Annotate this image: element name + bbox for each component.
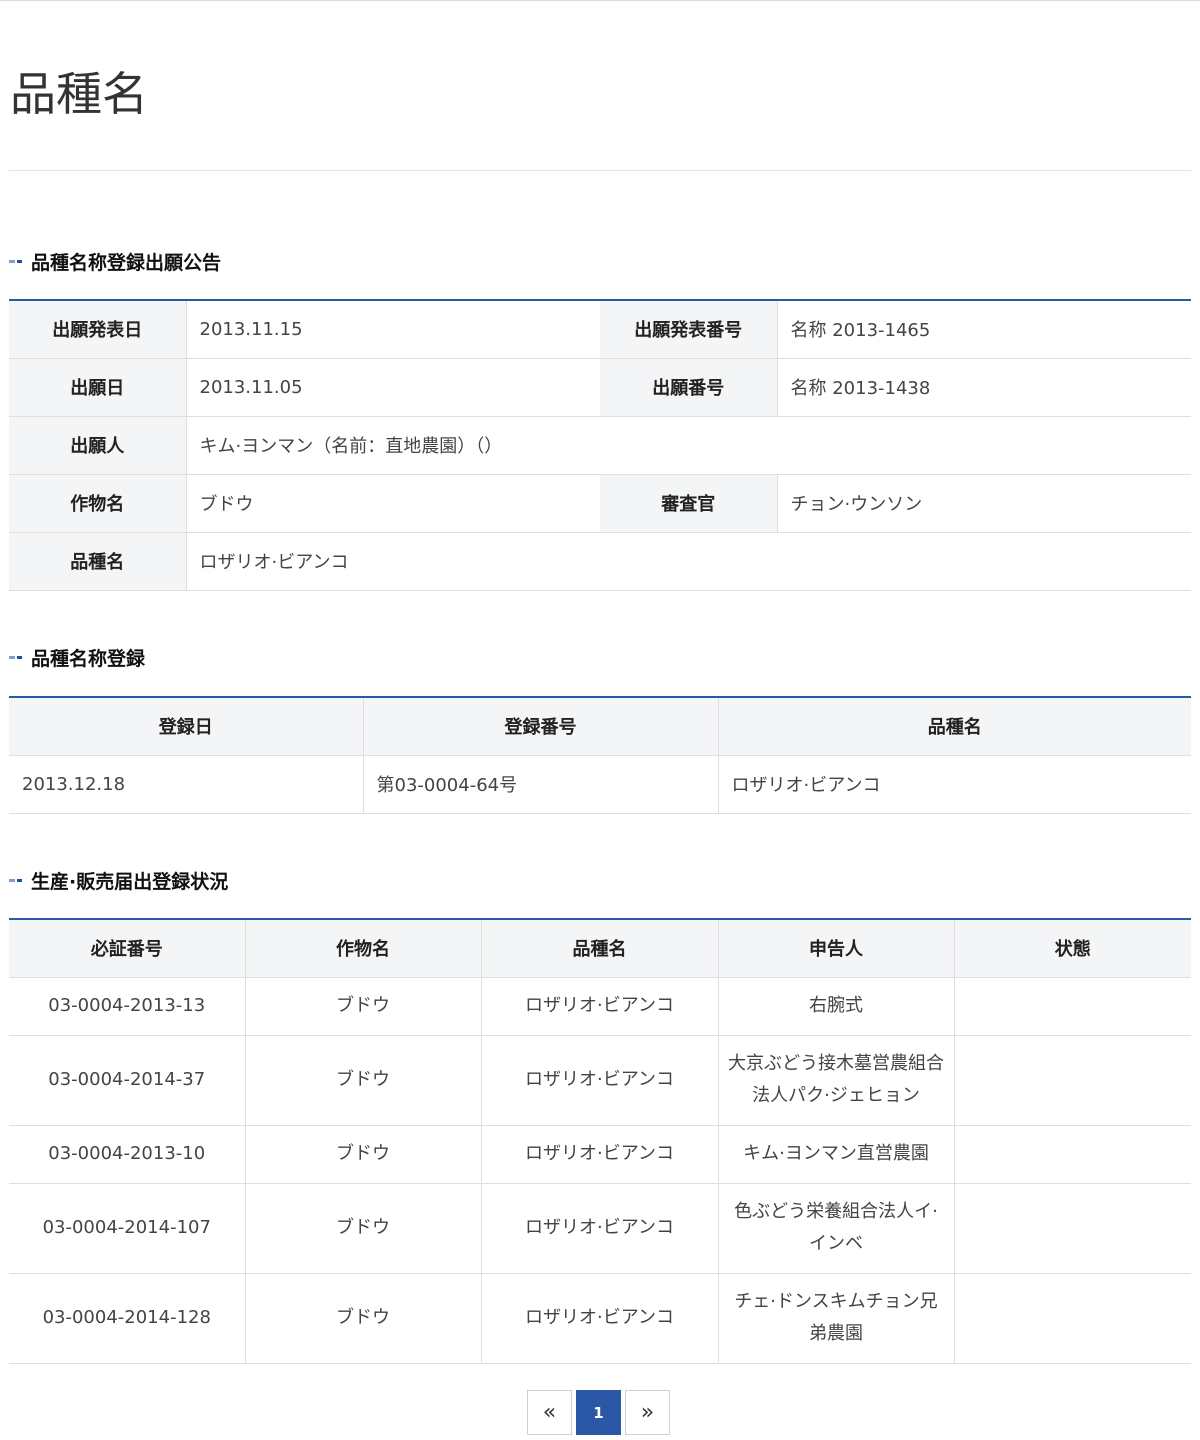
variety-name: ロザリオ·ビアンコ <box>481 1273 719 1364</box>
table-row: 作物名 ブドウ 審査官 チョン·ウンソン <box>9 474 1191 533</box>
table-row: 出願日 2013.11.05 出願番号 名称 2013-1438 <box>9 358 1191 417</box>
cert-number: 03-0004-2014-37 <box>9 1035 246 1126</box>
registration-table: 登録日 登録番号 品種名 2013.12.18 第03-0004-64号 ロザリ… <box>9 696 1191 814</box>
crop-name: ブドウ <box>245 977 482 1036</box>
status <box>954 977 1191 1036</box>
next-page-button[interactable]: » <box>625 1390 670 1435</box>
column-header: 品種名 <box>718 697 1191 756</box>
pub-date-value: 2013.11.15 <box>186 300 600 359</box>
double-chevron-right-icon: » <box>640 1400 655 1425</box>
table-row: 03-0004-2013-10 ブドウ ロザリオ·ビアンコ キム·ヨンマン直営農… <box>9 1125 1191 1184</box>
section-heading-application: 品種名称登録出願公告 <box>9 248 221 274</box>
section-heading-label: 品種名称登録 <box>31 647 146 670</box>
applicant-label: 出願人 <box>9 416 187 475</box>
page-title: 品種名 <box>10 67 148 121</box>
pub-date-label: 出願発表日 <box>9 300 187 359</box>
status <box>954 1183 1191 1274</box>
declarant: 右腕式 <box>718 977 955 1036</box>
pagination: « 1 » <box>527 1390 670 1435</box>
table-row: 出願発表日 2013.11.15 出願発表番号 名称 2013-1465 <box>9 300 1191 359</box>
cert-number: 03-0004-2014-107 <box>9 1183 246 1274</box>
crop-name: ブドウ <box>245 1183 482 1274</box>
pub-no-value: 名称 2013-1465 <box>777 300 1191 359</box>
declarant: チェ·ドンスキムチョン兄弟農園 <box>718 1273 955 1364</box>
table-row: 出願人 キム·ヨンマン（名前：直地農園）（） <box>9 416 1191 475</box>
table-row: 2013.12.18 第03-0004-64号 ロザリオ·ビアンコ <box>9 755 1191 814</box>
column-header: 状態 <box>954 919 1191 978</box>
variety-name: ロザリオ·ビアンコ <box>481 1035 719 1126</box>
pub-no-label: 出願発表番号 <box>600 300 778 359</box>
applicant-value: キム·ヨンマン（名前：直地農園）（） <box>186 416 1191 475</box>
status <box>954 1273 1191 1364</box>
variety-value: ロザリオ·ビアンコ <box>186 532 1191 591</box>
column-header: 登録日 <box>9 697 364 756</box>
crop-name: ブドウ <box>245 1273 482 1364</box>
crop-value: ブドウ <box>186 474 600 533</box>
status <box>954 1125 1191 1184</box>
section-bullet-icon <box>9 878 22 882</box>
column-header: 品種名 <box>481 919 719 978</box>
column-header: 登録番号 <box>363 697 719 756</box>
section-bullet-icon <box>9 655 22 659</box>
variety-name: ロザリオ·ビアンコ <box>481 1183 719 1274</box>
app-no-label: 出願番号 <box>600 358 778 417</box>
section-heading-registration: 品種名称登録 <box>9 644 145 670</box>
cert-number: 03-0004-2013-10 <box>9 1125 246 1184</box>
page-1-button[interactable]: 1 <box>576 1390 621 1435</box>
cert-number: 03-0004-2013-13 <box>9 977 246 1036</box>
examiner-value: チョン·ウンソン <box>777 474 1191 533</box>
column-header: 作物名 <box>245 919 482 978</box>
cert-number: 03-0004-2014-128 <box>9 1273 246 1364</box>
section-heading-sales: 生産·販売届出登録状況 <box>9 867 228 893</box>
column-header: 申告人 <box>718 919 955 978</box>
registration-date: 2013.12.18 <box>9 755 364 814</box>
column-header: 必証番号 <box>9 919 246 978</box>
declarant: 色ぶどう栄養組合法人イ·インベ <box>718 1183 955 1274</box>
declarant: キム·ヨンマン直営農園 <box>718 1125 955 1184</box>
variety-name: ロザリオ·ビアンコ <box>718 755 1191 814</box>
crop-label: 作物名 <box>9 474 187 533</box>
section-heading-label: 品種名称登録出願公告 <box>31 251 222 274</box>
table-header-row: 必証番号 作物名 品種名 申告人 状態 <box>9 919 1191 978</box>
variety-name: ロザリオ·ビアンコ <box>481 1125 719 1184</box>
section-bullet-icon <box>9 259 22 263</box>
variety-name: ロザリオ·ビアンコ <box>481 977 719 1036</box>
declarant: 大京ぶどう接木墓営農組合法人パク·ジェヒョン <box>718 1035 955 1126</box>
double-chevron-left-icon: « <box>542 1400 557 1425</box>
app-date-label: 出願日 <box>9 358 187 417</box>
table-row: 03-0004-2014-128 ブドウ ロザリオ·ビアンコ チェ·ドンスキムチ… <box>9 1273 1191 1364</box>
registration-number: 第03-0004-64号 <box>363 755 719 814</box>
table-row: 品種名 ロザリオ·ビアンコ <box>9 532 1191 591</box>
section-heading-label: 生産·販売届出登録状況 <box>31 870 229 893</box>
variety-label: 品種名 <box>9 532 187 591</box>
crop-name: ブドウ <box>245 1125 482 1184</box>
top-divider <box>0 0 1200 1</box>
app-date-value: 2013.11.05 <box>186 358 600 417</box>
status <box>954 1035 1191 1126</box>
table-row: 03-0004-2013-13 ブドウ ロザリオ·ビアンコ 右腕式 <box>9 977 1191 1036</box>
table-row: 03-0004-2014-37 ブドウ ロザリオ·ビアンコ 大京ぶどう接木墓営農… <box>9 1035 1191 1126</box>
table-row: 03-0004-2014-107 ブドウ ロザリオ·ビアンコ 色ぶどう栄養組合法… <box>9 1183 1191 1274</box>
examiner-label: 審査官 <box>600 474 778 533</box>
sales-registration-table: 必証番号 作物名 品種名 申告人 状態 03-0004-2013-13 ブドウ … <box>9 918 1191 1364</box>
title-divider <box>9 170 1191 171</box>
crop-name: ブドウ <box>245 1035 482 1126</box>
table-header-row: 登録日 登録番号 品種名 <box>9 697 1191 756</box>
application-info-table: 出願発表日 2013.11.15 出願発表番号 名称 2013-1465 出願日… <box>9 299 1191 591</box>
prev-page-button[interactable]: « <box>527 1390 572 1435</box>
app-no-value: 名称 2013-1438 <box>777 358 1191 417</box>
